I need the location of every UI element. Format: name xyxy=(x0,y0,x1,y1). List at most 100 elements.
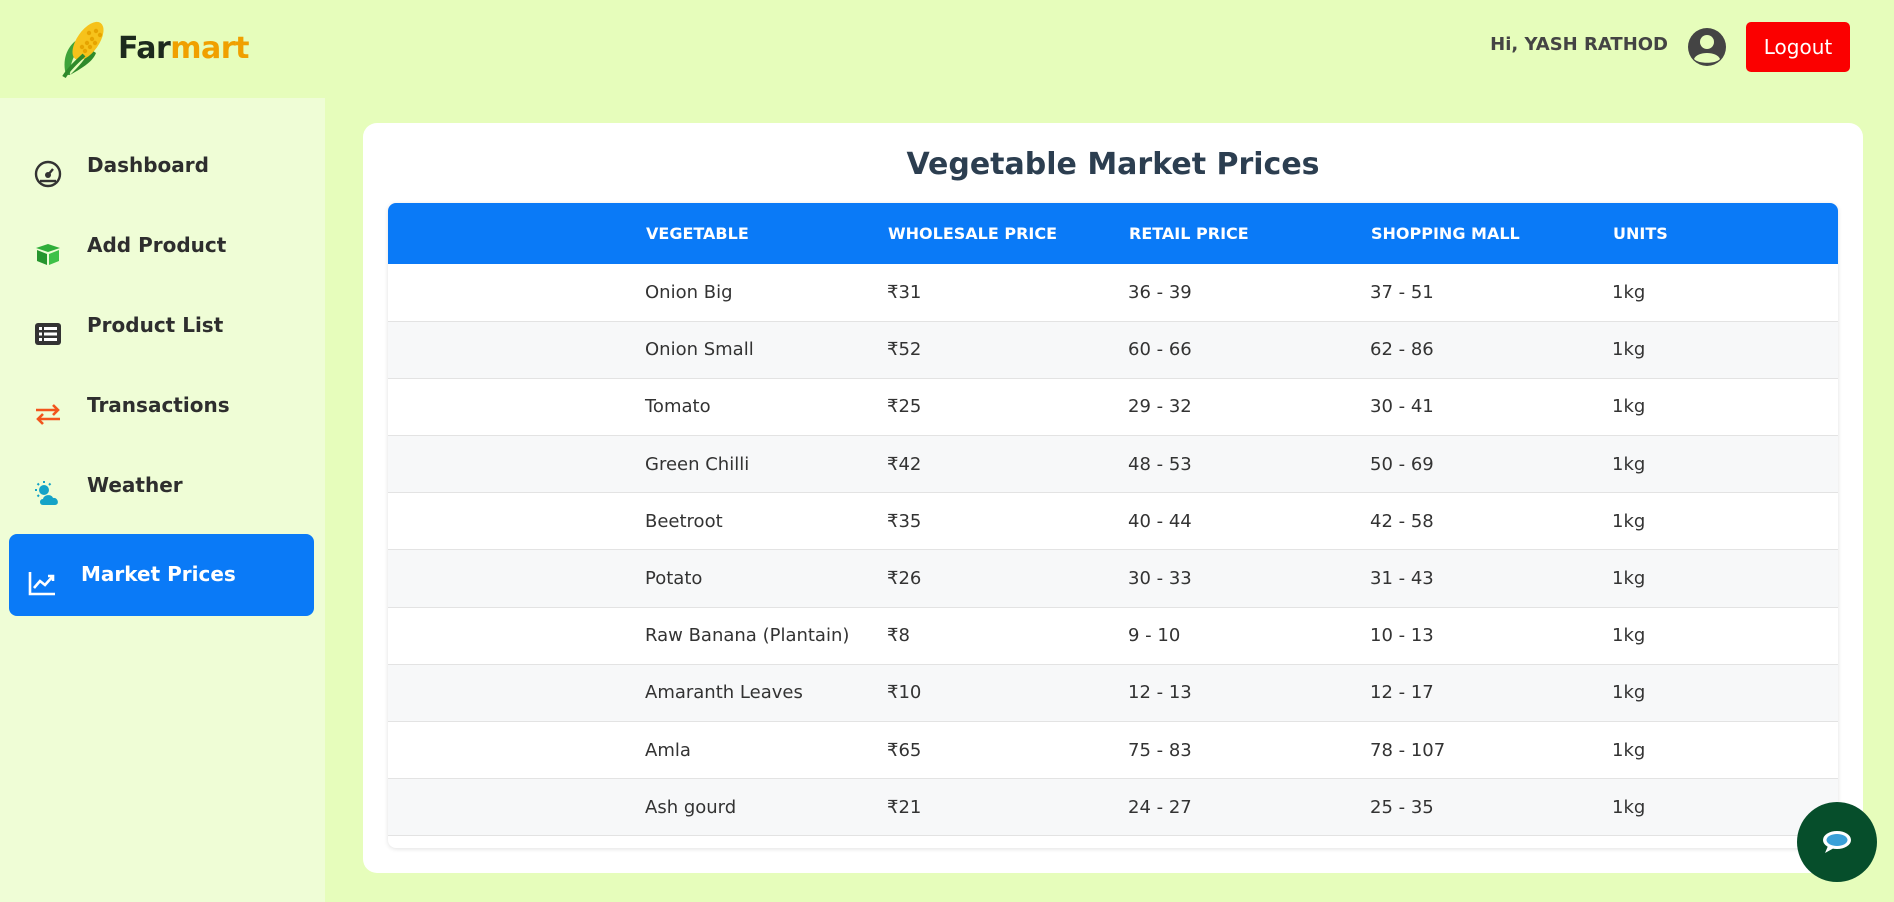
sidebar-item-weather[interactable]: Weather xyxy=(9,445,314,527)
table-cell: Onion Big xyxy=(645,281,733,303)
sidebar-item-label: Product List xyxy=(87,313,224,337)
table-cell: 50 - 69 xyxy=(1370,453,1434,475)
table-cell-empty xyxy=(388,550,643,607)
chat-bubble-icon xyxy=(1823,831,1851,853)
table-cell: 48 - 53 xyxy=(1128,453,1192,475)
box-icon xyxy=(36,244,60,265)
table-cell: 40 - 44 xyxy=(1128,510,1192,532)
table-cell: 1kg xyxy=(1612,625,1646,647)
table-cell: ₹8 xyxy=(887,625,910,647)
table-cell-empty xyxy=(388,779,643,836)
table-cell-empty xyxy=(388,436,643,493)
table-cell: 9 - 10 xyxy=(1128,625,1181,647)
sidebar-item-label: Transactions xyxy=(87,393,230,417)
corn-icon xyxy=(62,21,104,79)
table-cell-empty xyxy=(388,264,643,321)
table-row: Onion Small ₹52 60 - 66 62 - 86 1kg xyxy=(388,321,1838,379)
table-cell: 42 - 58 xyxy=(1370,510,1434,532)
table-row: Beetroot ₹35 40 - 44 42 - 58 1kg xyxy=(388,493,1838,550)
table-cell: 1kg xyxy=(1612,281,1646,303)
header-cell-empty xyxy=(388,203,643,264)
sidebar-item-label: Dashboard xyxy=(87,153,209,177)
list-icon xyxy=(35,323,61,345)
table-cell: 30 - 33 xyxy=(1128,568,1192,590)
table-cell: Tomato xyxy=(645,396,711,418)
sidebar-item-market-prices[interactable]: Market Prices xyxy=(9,534,314,616)
table-row: Amaranth Leaves ₹10 12 - 13 12 - 17 1kg xyxy=(388,664,1838,722)
sidebar-item-transactions[interactable]: Transactions xyxy=(9,365,314,447)
table-cell: Ash gourd xyxy=(645,796,737,818)
table-cell-empty xyxy=(388,607,643,664)
table-cell: Raw Banana (Plantain) xyxy=(645,625,850,647)
header-cell: RETAIL PRICE xyxy=(1129,224,1249,243)
header-cell: WHOLESALE PRICE xyxy=(888,224,1058,243)
table-cell: Green Chilli xyxy=(645,453,750,475)
user-avatar-icon[interactable] xyxy=(1687,27,1727,67)
table-cell-empty xyxy=(388,493,643,550)
sidebar-item-label: Market Prices xyxy=(81,562,236,586)
table-cell: 25 - 35 xyxy=(1370,796,1434,818)
table-cell: ₹42 xyxy=(887,453,922,475)
table-cell-empty xyxy=(388,378,643,435)
table-cell: 1kg xyxy=(1612,453,1646,475)
header-cell: VEGETABLE xyxy=(646,224,749,243)
table-header-row: VEGETABLE WHOLESALE PRICE RETAIL PRICE S… xyxy=(388,203,1838,264)
chat-button[interactable] xyxy=(1797,802,1877,882)
table-cell: Potato xyxy=(645,568,703,590)
table-cell-empty xyxy=(388,321,643,378)
logout-button[interactable]: Logout xyxy=(1746,22,1850,72)
table-cell: 31 - 43 xyxy=(1370,568,1434,590)
table-cell: ₹21 xyxy=(887,796,922,818)
exchange-icon xyxy=(36,404,60,425)
header-cell: SHOPPING MALL xyxy=(1371,224,1520,243)
brand-name-part1: Far xyxy=(118,30,171,66)
table-cell: 78 - 107 xyxy=(1370,739,1446,761)
table-row: Potato ₹26 30 - 33 31 - 43 1kg xyxy=(388,549,1838,608)
table-cell: 12 - 13 xyxy=(1128,682,1192,704)
farmart-logo[interactable]: Farmart xyxy=(56,16,249,80)
table-cell: ₹26 xyxy=(887,568,922,590)
table-cell: 1kg xyxy=(1612,339,1646,361)
top-header: Farmart Hi, YASH RATHOD Logout xyxy=(0,0,1894,98)
dashboard-icon xyxy=(34,160,62,188)
table-row: Onion Big ₹31 36 - 39 37 - 51 1kg xyxy=(388,264,1838,322)
table-row: Tomato ₹25 29 - 32 30 - 41 1kg xyxy=(388,378,1838,436)
table-cell: 10 - 13 xyxy=(1370,625,1434,647)
header-cell: UNITS xyxy=(1613,224,1668,243)
table-cell: 29 - 32 xyxy=(1128,396,1192,418)
sidebar-item-product-list[interactable]: Product List xyxy=(9,285,314,367)
table-cell-empty xyxy=(388,722,643,779)
table-cell: Amla xyxy=(645,739,691,761)
table-cell: 1kg xyxy=(1612,568,1646,590)
table-cell: 37 - 51 xyxy=(1370,281,1434,303)
table-cell: Beetroot xyxy=(645,510,723,532)
table-row: Raw Banana (Plantain) ₹8 9 - 10 10 - 13 1kg xyxy=(388,607,1838,665)
table-row: Green Chilli ₹42 48 - 53 50 - 69 1kg xyxy=(388,435,1838,493)
table-cell: 75 - 83 xyxy=(1128,739,1192,761)
table-cell: 1kg xyxy=(1612,682,1646,704)
market-prices-card: Vegetable Market Prices VEGETABLE WHOLES… xyxy=(363,123,1863,873)
chart-line-icon xyxy=(28,572,55,596)
table-cell: ₹10 xyxy=(887,682,922,704)
table-cell: 12 - 17 xyxy=(1370,682,1434,704)
user-greeting: Hi, YASH RATHOD xyxy=(1490,34,1668,55)
sidebar-item-dashboard[interactable]: Dashboard xyxy=(9,125,314,207)
table-cell: ₹25 xyxy=(887,396,922,418)
table-cell: 60 - 66 xyxy=(1128,339,1192,361)
brand-name-part2: mart xyxy=(170,30,249,66)
brand-name: Farmart xyxy=(118,31,249,66)
table-cell: 30 - 41 xyxy=(1370,396,1434,418)
table-cell-empty xyxy=(388,664,643,721)
table-cell: 1kg xyxy=(1612,510,1646,532)
table-cell: 62 - 86 xyxy=(1370,339,1434,361)
sidebar-item-label: Weather xyxy=(87,473,183,497)
table-cell: ₹65 xyxy=(887,739,922,761)
page-title: Vegetable Market Prices xyxy=(906,147,1320,182)
table-row: Ash gourd ₹21 24 - 27 25 - 35 1kg xyxy=(388,778,1838,836)
sidebar-item-label: Add Product xyxy=(87,233,227,257)
table-cell: 36 - 39 xyxy=(1128,281,1192,303)
table-row: Amla ₹65 75 - 83 78 - 107 1kg xyxy=(388,722,1838,779)
sidebar: Dashboard Add Product Product List Trans… xyxy=(0,98,325,902)
sidebar-item-add-product[interactable]: Add Product xyxy=(9,205,314,287)
weather-icon xyxy=(35,481,58,505)
